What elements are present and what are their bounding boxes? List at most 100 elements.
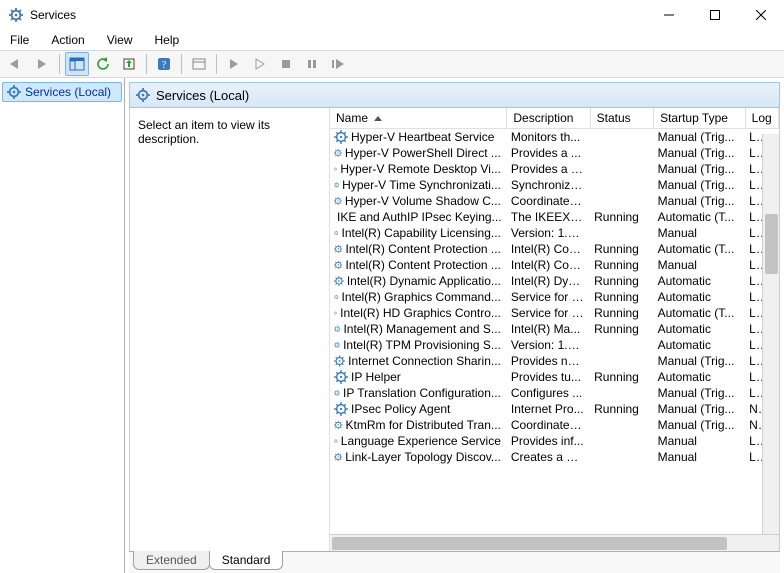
table-row[interactable]: Intel(R) Dynamic Applicatio...Intel(R) D…	[330, 273, 779, 289]
service-description: Provides a p...	[507, 161, 590, 177]
minimize-button[interactable]	[646, 0, 692, 30]
table-row[interactable]: Hyper-V PowerShell Direct ... Provides a …	[330, 145, 779, 161]
service-name: Link-Layer Topology Discov...	[345, 450, 501, 464]
gear-icon	[136, 88, 150, 102]
panel-header: Services (Local)	[129, 82, 780, 108]
service-name: Hyper-V Time Synchronizati...	[342, 178, 501, 192]
table-row[interactable]: IPsec Policy AgentInternet Pro...Running…	[330, 401, 779, 417]
service-status: Running	[590, 209, 653, 225]
service-name: Intel(R) Content Protection ...	[345, 258, 500, 272]
column-header-name[interactable]: Name	[330, 108, 507, 129]
gear-icon	[334, 178, 339, 192]
service-status	[590, 417, 653, 433]
service-status	[590, 337, 653, 353]
table-row[interactable]: Hyper-V Heartbeat ServiceMonitors th...M…	[330, 129, 779, 146]
start-service-button[interactable]	[222, 52, 246, 76]
gear-icon	[334, 386, 340, 400]
table-row[interactable]: IKE and AuthIP IPsec Keying...The IKEEXT…	[330, 209, 779, 225]
gear-icon	[334, 162, 337, 176]
service-description: Coordinates...	[507, 417, 590, 433]
restart-service-button[interactable]	[326, 52, 350, 76]
table-row[interactable]: KtmRm for Distributed Tran...Coordinates…	[330, 417, 779, 433]
maximize-button[interactable]	[692, 0, 738, 30]
service-description: Intel(R) Dyn...	[507, 273, 590, 289]
service-name: Intel(R) Capability Licensing...	[341, 226, 500, 240]
menu-help[interactable]: Help	[151, 31, 184, 49]
menu-view[interactable]: View	[103, 31, 137, 49]
service-status	[590, 193, 653, 209]
table-row[interactable]: Intel(R) Content Protection ... Intel(R) …	[330, 257, 779, 273]
service-description: Internet Pro...	[507, 401, 590, 417]
table-row[interactable]: Link-Layer Topology Discov...Creates a N…	[330, 449, 779, 465]
column-header-logon[interactable]: Log	[745, 108, 778, 129]
vertical-scrollbar[interactable]	[762, 134, 779, 534]
properties-button[interactable]	[187, 52, 211, 76]
service-description: Monitors th...	[507, 129, 590, 146]
close-button[interactable]	[738, 0, 784, 30]
tab-extended[interactable]: Extended	[133, 551, 210, 570]
start-service-alt-button[interactable]	[248, 52, 272, 76]
service-startup: Manual	[654, 449, 746, 465]
detail-hint-text: Select an item to view its description.	[138, 118, 321, 146]
service-name: IPsec Policy Agent	[351, 402, 450, 416]
service-name: IKE and AuthIP IPsec Keying...	[337, 210, 502, 224]
help-button[interactable]: ?	[152, 52, 176, 76]
table-row[interactable]: Intel(R) Graphics Command...Service for …	[330, 289, 779, 305]
menu-file[interactable]: File	[6, 31, 33, 49]
column-header-status[interactable]: Status	[590, 108, 653, 129]
stop-service-button[interactable]	[274, 52, 298, 76]
service-startup: Automatic	[654, 321, 746, 337]
service-status	[590, 145, 653, 161]
service-description: Version: 1.6...	[507, 225, 590, 241]
service-startup: Manual (Trig...	[654, 145, 746, 161]
table-row[interactable]: Hyper-V Remote Desktop Vi... Provides a p…	[330, 161, 779, 177]
table-row[interactable]: Internet Connection Sharin...Provides ne…	[330, 353, 779, 369]
toolbar: ?	[0, 50, 784, 78]
gear-icon	[334, 290, 339, 304]
table-row[interactable]: Intel(R) Capability Licensing... Version:…	[330, 225, 779, 241]
service-startup: Manual (Trig...	[654, 417, 746, 433]
service-description: Intel(R) Con...	[507, 257, 590, 273]
table-row[interactable]: Hyper-V Volume Shadow C...Coordinates...…	[330, 193, 779, 209]
service-name: IP Helper	[351, 370, 401, 384]
table-row[interactable]: IP HelperProvides tu...RunningAutomaticL…	[330, 369, 779, 385]
show-hide-tree-button[interactable]	[65, 52, 89, 76]
service-name: Intel(R) Graphics Command...	[342, 290, 501, 304]
service-startup: Automatic (T...	[654, 241, 746, 257]
gear-icon	[334, 130, 348, 144]
service-description: Provides a ...	[507, 145, 590, 161]
table-row[interactable]: Intel(R) HD Graphics Contro...Service fo…	[330, 305, 779, 321]
refresh-button[interactable]	[91, 52, 115, 76]
table-row[interactable]: IP Translation Configuration...Configure…	[330, 385, 779, 401]
tree-item-label: Services (Local)	[25, 85, 111, 99]
gear-icon	[334, 242, 342, 256]
pause-service-button[interactable]	[300, 52, 324, 76]
column-header-description[interactable]: Description	[507, 108, 590, 129]
service-description: Configures ...	[507, 385, 590, 401]
service-name: Hyper-V PowerShell Direct ...	[345, 146, 501, 160]
forward-button[interactable]	[30, 52, 54, 76]
service-startup: Manual (Trig...	[654, 161, 746, 177]
horizontal-scrollbar[interactable]	[330, 534, 779, 551]
menu-action[interactable]: Action	[47, 31, 88, 49]
table-row[interactable]: Intel(R) Content Protection ...Intel(R) …	[330, 241, 779, 257]
back-button[interactable]	[4, 52, 28, 76]
service-name: Hyper-V Volume Shadow C...	[345, 194, 501, 208]
service-status: Running	[590, 257, 653, 273]
service-status: Running	[590, 321, 653, 337]
service-status	[590, 385, 653, 401]
column-header-startup[interactable]: Startup Type	[654, 108, 746, 129]
export-list-button[interactable]	[117, 52, 141, 76]
table-row[interactable]: Hyper-V Time Synchronizati...Synchronize…	[330, 177, 779, 193]
service-status	[590, 129, 653, 146]
table-row[interactable]: Language Experience ServiceProvides inf.…	[330, 433, 779, 449]
gear-icon	[334, 146, 342, 160]
menubar: File Action View Help	[0, 30, 784, 50]
tab-standard[interactable]: Standard	[209, 551, 284, 570]
tree-item-services-local[interactable]: Services (Local)	[2, 82, 122, 102]
table-row[interactable]: Intel(R) Management and S...Intel(R) Ma.…	[330, 321, 779, 337]
table-row[interactable]: Intel(R) TPM Provisioning S...Version: 1…	[330, 337, 779, 353]
gear-icon	[334, 226, 338, 240]
svg-text:?: ?	[162, 60, 167, 71]
service-name: Hyper-V Remote Desktop Vi...	[340, 162, 501, 176]
